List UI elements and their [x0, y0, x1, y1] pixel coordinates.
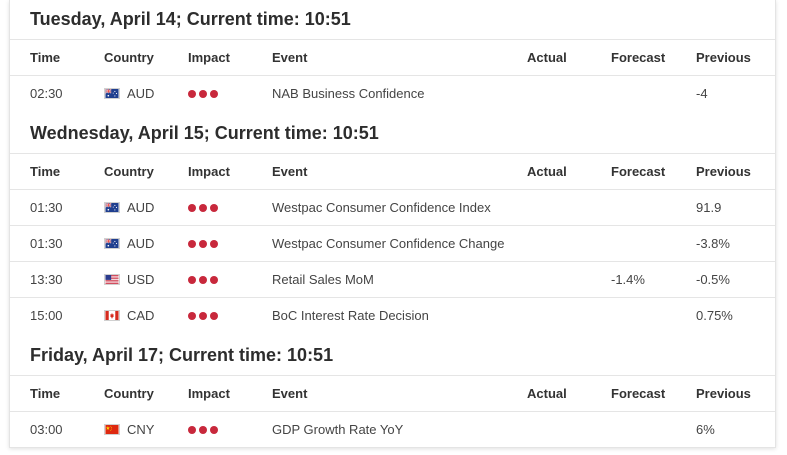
event-country: CNY: [104, 412, 154, 447]
impact-dot: [199, 275, 207, 284]
table-row[interactable]: 13:30 USD Retail Sales MoM -1.4% -0.5%: [10, 261, 775, 297]
event-previous: -4: [696, 86, 708, 101]
header-impact: Impact: [188, 164, 230, 179]
header-previous: Previous: [696, 164, 751, 179]
table-header: Time Country Impact Event Actual Forecas…: [10, 39, 775, 75]
au-flag-icon: [104, 238, 120, 250]
impact-indicator: [188, 262, 221, 297]
header-forecast: Forecast: [611, 386, 666, 401]
impact-dot: [199, 311, 207, 320]
au-flag-icon: [104, 202, 120, 214]
header-time: Time: [30, 164, 61, 179]
impact-indicator: [188, 190, 221, 225]
event-country: CAD: [104, 298, 154, 333]
country-code: AUD: [127, 86, 155, 101]
event-country: USD: [104, 262, 154, 297]
header-country: Country: [104, 50, 154, 65]
event-time: 03:00: [30, 422, 63, 437]
event-name[interactable]: GDP Growth Rate YoY: [272, 412, 403, 447]
impact-dot: [188, 89, 196, 98]
cn-flag-icon: [104, 424, 120, 436]
event-name[interactable]: Westpac Consumer Confidence Index: [272, 190, 491, 225]
table-row[interactable]: 02:30 AUD NAB Business Confidence -4: [10, 75, 775, 111]
us-flag-icon: [104, 274, 120, 286]
impact-dot: [199, 425, 207, 434]
impact-dot: [210, 275, 218, 284]
impact-dot: [210, 203, 218, 212]
impact-dot: [188, 311, 196, 320]
header-country: Country: [104, 164, 154, 179]
header-impact: Impact: [188, 386, 230, 401]
event-time: 01:30: [30, 236, 63, 251]
impact-dot: [188, 239, 196, 248]
impact-dot: [199, 203, 207, 212]
header-forecast: Forecast: [611, 164, 666, 179]
table-row[interactable]: 01:30 AUD Westpac Consumer Confidence Ch…: [10, 225, 775, 261]
header-event: Event: [272, 164, 308, 179]
event-time: 15:00: [30, 308, 63, 323]
impact-dot: [188, 203, 196, 212]
country-code: AUD: [127, 200, 155, 215]
event-name[interactable]: Westpac Consumer Confidence Change: [272, 226, 504, 261]
day-title: Wednesday, April 15; Current time: 10:51: [30, 123, 379, 143]
impact-dot: [188, 275, 196, 284]
day-title: Friday, April 17; Current time: 10:51: [30, 345, 334, 365]
impact-dot: [210, 239, 218, 248]
country-code: CNY: [127, 422, 155, 437]
event-time: 13:30: [30, 272, 63, 287]
impact-indicator: [188, 76, 221, 111]
impact-dot: [210, 311, 218, 320]
header-actual: Actual: [527, 164, 567, 179]
impact-dot: [199, 239, 207, 248]
impact-dot: [210, 89, 218, 98]
country-code: AUD: [127, 236, 155, 251]
event-country: AUD: [104, 76, 154, 111]
header-time: Time: [30, 386, 61, 401]
country-code: CAD: [127, 308, 155, 323]
table-row[interactable]: 03:00 CNY GDP Growth Rate YoY 6%: [10, 411, 775, 447]
event-time: 01:30: [30, 200, 63, 215]
event-previous: -3.8%: [696, 236, 730, 251]
table-header: Time Country Impact Event Actual Forecas…: [10, 375, 775, 411]
event-country: AUD: [104, 226, 154, 261]
impact-dot: [210, 425, 218, 434]
impact-indicator: [188, 298, 221, 333]
header-previous: Previous: [696, 386, 751, 401]
event-previous: 0.75%: [696, 308, 733, 323]
au-flag-icon: [104, 88, 120, 100]
event-time: 02:30: [30, 86, 63, 101]
header-impact: Impact: [188, 50, 230, 65]
impact-indicator: [188, 226, 221, 261]
economic-calendar: Tuesday, April 14; Current time: 10:51 T…: [9, 0, 776, 448]
event-previous: -0.5%: [696, 272, 730, 287]
event-name[interactable]: NAB Business Confidence: [272, 76, 424, 111]
event-previous: 6%: [696, 422, 715, 437]
header-country: Country: [104, 386, 154, 401]
table-row[interactable]: 01:30 AUD Westpac Consumer Confidence In…: [10, 189, 775, 225]
impact-dot: [188, 425, 196, 434]
header-forecast: Forecast: [611, 50, 666, 65]
impact-indicator: [188, 412, 221, 447]
header-event: Event: [272, 50, 308, 65]
event-name[interactable]: BoC Interest Rate Decision: [272, 298, 429, 333]
header-time: Time: [30, 50, 61, 65]
header-event: Event: [272, 386, 308, 401]
event-name[interactable]: Retail Sales MoM: [272, 262, 374, 297]
ca-flag-icon: [104, 310, 120, 322]
header-actual: Actual: [527, 386, 567, 401]
impact-dot: [199, 89, 207, 98]
header-previous: Previous: [696, 50, 751, 65]
table-row[interactable]: 15:00 CAD BoC Interest Rate Decision 0.7…: [10, 297, 775, 333]
header-actual: Actual: [527, 50, 567, 65]
event-forecast: -1.4%: [611, 272, 645, 287]
event-country: AUD: [104, 190, 154, 225]
table-header: Time Country Impact Event Actual Forecas…: [10, 153, 775, 189]
country-code: USD: [127, 272, 155, 287]
event-previous: 91.9: [696, 200, 722, 215]
day-title: Tuesday, April 14; Current time: 10:51: [30, 9, 351, 29]
